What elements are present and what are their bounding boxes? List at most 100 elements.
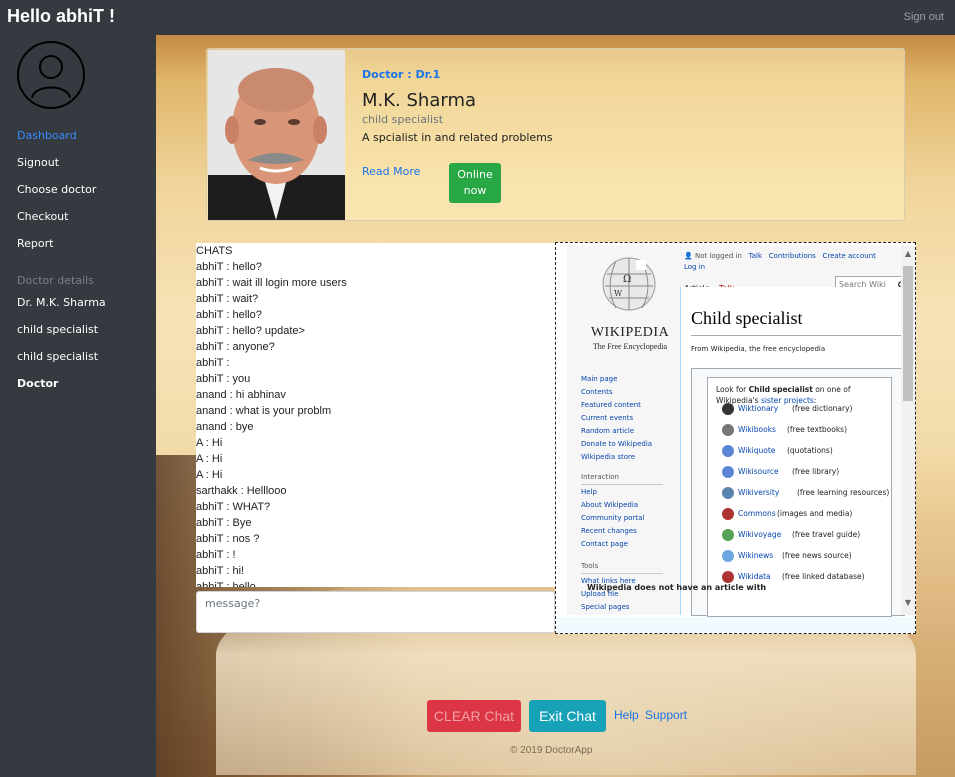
wiki-contributions-link[interactable]: Contributions [769, 252, 816, 260]
chat-message: A : Hi [196, 453, 223, 465]
wiki-tools-heading: Tools [581, 562, 599, 570]
wiki-login-link[interactable]: Log in [684, 263, 705, 271]
help-link[interactable]: Help [614, 708, 639, 722]
chat-message: A : Hi [196, 437, 223, 449]
doctor-title: Doctor : Dr.1 [362, 68, 441, 81]
chat-message: anand : what is your problm [196, 405, 332, 417]
doctor-name: M.K. Sharma [362, 90, 477, 111]
scroll-down-arrow-icon[interactable]: ▼ [903, 598, 913, 608]
sister-project-link[interactable]: Wikisource [738, 467, 779, 476]
sidebar-item-report[interactable]: Report [17, 237, 53, 250]
doctor-photo [208, 50, 345, 220]
sister-project-link[interactable]: Wikidata [738, 572, 771, 581]
now-label: now [463, 184, 487, 197]
svg-text:Ω: Ω [623, 274, 631, 285]
wiki-nav-link[interactable]: Contents [581, 388, 613, 396]
scroll-thumb[interactable] [903, 266, 913, 401]
doctor-detail-specialty: child specialist [17, 323, 99, 336]
chat-message: abhiT : hi! [196, 565, 245, 577]
chat-message: abhiT : nos ? [196, 533, 260, 545]
sister-project-link[interactable]: Wikiquote [738, 446, 775, 455]
read-more-link[interactable]: Read More [362, 165, 420, 178]
doctor-details-heading: Doctor details [17, 274, 94, 287]
chat-message: sarthakk : Helllooo [196, 485, 287, 497]
sidebar-item-choose-doctor[interactable]: Choose doctor [17, 183, 96, 196]
not-logged-in: Not logged in [694, 252, 742, 260]
message-input[interactable]: message? [196, 591, 555, 633]
wiki-vertical-scrollbar[interactable]: ▲ ▼ [901, 246, 915, 615]
wikipedia-iframe[interactable]: Ω W WIKIPEDIA The Free Encyclopedia 👤 No… [555, 242, 916, 634]
wiki-nav-link[interactable]: Main page [581, 375, 617, 383]
sister-project-description: (free learning resources) [797, 488, 890, 497]
wiki-interaction-heading: Interaction [581, 473, 619, 481]
sister-project-description: (free dictionary) [792, 404, 853, 413]
greeting-brand: Hello abhiT ! [7, 6, 115, 26]
wiki-personal-tools: 👤 Not logged in Talk Contributions Creat… [684, 252, 876, 275]
wiki-nav-link[interactable]: Help [581, 488, 597, 496]
signout-link[interactable]: Sign out [904, 11, 944, 23]
doctor-description: A spcialist in and related problems [362, 131, 553, 144]
sister-project-link[interactable]: Wikibooks [738, 425, 776, 434]
sidebar-item-checkout[interactable]: Checkout [17, 210, 68, 223]
sister-project-row: Wikiversity (free learning resources) [720, 484, 895, 502]
wiki-nav-link[interactable]: Recent changes [581, 527, 637, 535]
wiki-nav-link[interactable]: What links here [581, 577, 636, 585]
wikivoyage-icon [722, 529, 734, 541]
support-link[interactable]: Support [645, 708, 687, 722]
wiki-nav-link[interactable]: Community portal [581, 514, 644, 522]
copyright: © 2019 DoctorApp [510, 745, 593, 756]
wiki-nav-link[interactable]: Wikipedia store [581, 453, 635, 461]
svg-text:W: W [614, 289, 623, 298]
sister-project-row: Wikisource (free library) [720, 463, 895, 481]
wiki-nav-link[interactable]: Upload file [581, 590, 618, 598]
sister-project-row: Wikinews (free news source) [720, 547, 895, 565]
sister-project-link[interactable]: Wiktionary [738, 404, 778, 413]
chat-message: abhiT : Bye [196, 517, 252, 529]
sister-projects-box: Look for Child specialist on one of Wiki… [691, 368, 905, 617]
sister-project-row: Commons (images and media) [720, 505, 895, 523]
wiki-horizontal-strip [556, 617, 915, 633]
clear-chat-button[interactable]: CLEAR Chat [427, 700, 521, 732]
sister-project-link[interactable]: Wikivoyage [738, 530, 781, 539]
doctor-detail-role: Doctor [17, 377, 59, 390]
online-now-button[interactable]: Online now [449, 163, 501, 203]
doctor-specialty: child specialist [362, 113, 444, 126]
wikipedia-page: Ω W WIKIPEDIA The Free Encyclopedia 👤 No… [567, 246, 914, 617]
wiki-nav-link[interactable]: Random article [581, 427, 634, 435]
wiki-nav-link[interactable]: Donate to Wikipedia [581, 440, 652, 448]
sister-project-description: (images and media) [777, 509, 853, 518]
wikisource-icon [722, 466, 734, 478]
user-avatar-icon [17, 41, 85, 109]
wiki-nav-link[interactable]: About Wikipedia [581, 501, 638, 509]
wiki-nav-link[interactable]: Special pages [581, 603, 630, 611]
sister-project-row: Wikibooks (free textbooks) [720, 421, 895, 439]
scroll-up-arrow-icon[interactable]: ▲ [903, 249, 913, 259]
wiki-nav-link[interactable]: Current events [581, 414, 633, 422]
doctor-card: Doctor : Dr.1 M.K. Sharma child speciali… [206, 48, 905, 221]
wiki-nav-link[interactable]: Contact page [581, 540, 628, 548]
wiki-from-line: From Wikipedia, the free encyclopedia [691, 345, 826, 353]
wikiquote-icon [722, 445, 734, 457]
chat-message: abhiT : anyone? [196, 341, 275, 353]
doctor-detail-specialty-2: child specialist [17, 350, 99, 363]
sister-project-link[interactable]: Wikiversity [738, 488, 779, 497]
chat-message: anand : bye [196, 421, 254, 433]
exit-chat-button[interactable]: Exit Chat [529, 700, 606, 732]
online-label: Online [457, 168, 493, 181]
wiki-article-body: Child specialist From Wikipedia, the fre… [680, 287, 914, 617]
wiki-article-title: Child specialist [691, 308, 803, 328]
sidebar-item-signout[interactable]: Signout [17, 156, 59, 169]
wiki-create-account-link[interactable]: Create account [823, 252, 876, 260]
wikipedia-tagline: The Free Encyclopedia [592, 342, 668, 351]
chat-heading: CHATS [196, 245, 233, 257]
chat-message: abhiT : wait ill login more users [196, 277, 347, 289]
wiki-nav-link[interactable]: Featured content [581, 401, 641, 409]
chat-log[interactable]: CHATS abhiT : hello? abhiT : wait ill logi… [196, 243, 555, 587]
sister-project-row: Wikiquote (quotations) [720, 442, 895, 460]
wiki-talk-link[interactable]: Talk [749, 252, 762, 260]
sister-project-link[interactable]: Commons [738, 509, 776, 518]
sister-project-description: (free travel guide) [792, 530, 861, 539]
sidebar-item-dashboard[interactable]: Dashboard [17, 129, 77, 142]
sister-project-link[interactable]: Wikinews [738, 551, 773, 560]
sister-project-description: (free textbooks) [787, 425, 848, 434]
